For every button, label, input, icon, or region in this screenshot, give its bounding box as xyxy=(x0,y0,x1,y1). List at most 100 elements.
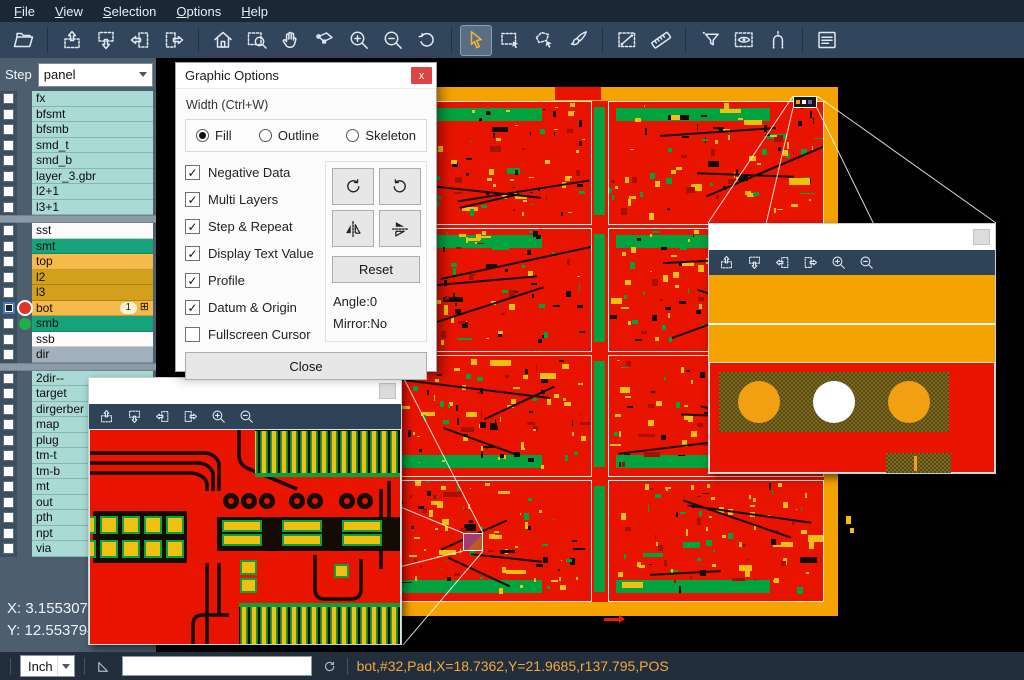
popup-window-button[interactable] xyxy=(973,229,990,245)
shift-right-button[interactable] xyxy=(159,26,189,55)
layer-visibility-checkbox[interactable] xyxy=(3,334,14,345)
layer-visibility-checkbox[interactable] xyxy=(3,202,14,213)
popup-title-bar[interactable] xyxy=(709,224,995,250)
layer-visibility-checkbox[interactable] xyxy=(3,373,14,384)
checkbox-step-repeat[interactable]: ✓Step & Repeat xyxy=(185,219,325,234)
layer-visibility-checkbox[interactable] xyxy=(3,318,14,329)
radio-skeleton[interactable]: Skeleton xyxy=(346,128,416,143)
zoom-out-button[interactable] xyxy=(238,408,255,425)
layer-visibility-checkbox[interactable] xyxy=(3,512,14,523)
open-file-button[interactable] xyxy=(8,26,38,55)
zoom-home-button[interactable] xyxy=(208,26,238,55)
zoom-out-button[interactable] xyxy=(858,254,875,271)
shift-down-button[interactable] xyxy=(91,26,121,55)
layer-smd_b[interactable]: smd_b xyxy=(32,153,153,169)
menu-selection[interactable]: Selection xyxy=(93,2,166,21)
shift-left-button[interactable] xyxy=(154,408,171,425)
menu-file[interactable]: File xyxy=(4,2,45,21)
filter-button[interactable] xyxy=(695,26,725,55)
radio-outline[interactable]: Outline xyxy=(259,128,319,143)
shift-up-button[interactable] xyxy=(57,26,87,55)
layer-l3[interactable]: l3 xyxy=(32,285,153,301)
layer-visibility-checkbox[interactable] xyxy=(3,349,14,360)
graphic-options-dialog[interactable]: Graphic Options x Width (Ctrl+W) FillOut… xyxy=(175,62,437,372)
layer-visibility-checkbox[interactable] xyxy=(3,287,14,298)
close-icon[interactable]: x xyxy=(411,67,432,84)
layer-visibility-checkbox[interactable] xyxy=(3,225,14,236)
view-options-button[interactable] xyxy=(729,26,759,55)
zoom-in-button[interactable] xyxy=(210,408,227,425)
zoom-in-button[interactable] xyxy=(344,26,374,55)
zoom-in-button[interactable] xyxy=(830,254,847,271)
select-rect-button[interactable] xyxy=(495,26,525,55)
layer-visibility-checkbox[interactable] xyxy=(3,435,14,446)
layer-bfsmb[interactable]: bfsmb xyxy=(32,122,153,138)
close-button[interactable]: Close xyxy=(185,352,427,380)
layer-visibility-checkbox[interactable] xyxy=(3,171,14,182)
shift-right-button[interactable] xyxy=(802,254,819,271)
shift-left-button[interactable] xyxy=(774,254,791,271)
layer-visibility-checkbox[interactable] xyxy=(3,256,14,267)
popup-title-bar[interactable] xyxy=(89,378,401,404)
layer-visibility-checkbox[interactable] xyxy=(3,140,14,151)
layer-visibility-checkbox[interactable] xyxy=(3,109,14,120)
layer-visibility-checkbox[interactable] xyxy=(3,388,14,399)
layer-visibility-checkbox[interactable] xyxy=(3,450,14,461)
select-polygon-button[interactable] xyxy=(529,26,559,55)
layer-smd_t[interactable]: smd_t xyxy=(32,138,153,154)
ruler-button[interactable] xyxy=(646,26,676,55)
radio-fill[interactable]: Fill xyxy=(196,128,232,143)
report-button[interactable] xyxy=(812,26,842,55)
layer-ssb[interactable]: ssb xyxy=(32,332,153,348)
menu-options[interactable]: Options xyxy=(166,2,231,21)
layer-l2[interactable]: l2 xyxy=(32,270,153,286)
layer-dir[interactable]: dir xyxy=(32,347,153,363)
layer-visibility-checkbox[interactable] xyxy=(3,124,14,135)
unit-select[interactable]: Inch xyxy=(20,655,75,677)
layer-visibility-checkbox[interactable] xyxy=(3,241,14,252)
mirror-vertical-button[interactable] xyxy=(379,210,421,247)
layer-visibility-checkbox[interactable] xyxy=(3,497,14,508)
shift-left-button[interactable] xyxy=(125,26,155,55)
shift-right-button[interactable] xyxy=(182,408,199,425)
zoom-out-button[interactable] xyxy=(378,26,408,55)
rotate-ccw-button[interactable] xyxy=(379,168,421,205)
layer-sst[interactable]: sst xyxy=(32,223,153,239)
paint-button[interactable] xyxy=(563,26,593,55)
zoom-popup-left[interactable] xyxy=(88,377,402,645)
layer-visibility-checkbox[interactable] xyxy=(3,528,14,539)
measure-button[interactable] xyxy=(612,26,642,55)
checkbox-profile[interactable]: ✓Profile xyxy=(185,273,325,288)
shift-up-button[interactable] xyxy=(98,408,115,425)
layer-bot[interactable]: bot1⊞ xyxy=(32,301,153,317)
mirror-horizontal-button[interactable] xyxy=(332,210,374,247)
layer-layer_3.gbr[interactable]: layer_3.gbr xyxy=(32,169,153,185)
layer-visibility-checkbox[interactable] xyxy=(3,404,14,415)
layer-visibility-checkbox[interactable] xyxy=(3,543,14,554)
layer-top[interactable]: top xyxy=(32,254,153,270)
layer-visibility-checkbox[interactable] xyxy=(3,302,15,314)
checkbox-negative-data[interactable]: ✓Negative Data xyxy=(185,165,325,180)
shift-down-button[interactable] xyxy=(746,254,763,271)
layer-visibility-checkbox[interactable] xyxy=(3,155,14,166)
rotate-cw-button[interactable] xyxy=(332,168,374,205)
layer-visibility-checkbox[interactable] xyxy=(3,93,14,104)
select-button[interactable] xyxy=(461,26,491,55)
reset-button[interactable]: Reset xyxy=(332,256,420,283)
layer-visibility-checkbox[interactable] xyxy=(3,272,14,283)
layer-visibility-checkbox[interactable] xyxy=(3,186,14,197)
zoom-object-button[interactable] xyxy=(310,26,340,55)
layer-visibility-checkbox[interactable] xyxy=(3,481,14,492)
step-select[interactable]: panel xyxy=(38,63,153,87)
dialog-title-bar[interactable]: Graphic Options x xyxy=(176,63,436,89)
refresh-icon[interactable] xyxy=(321,658,338,675)
layer-visibility-checkbox[interactable] xyxy=(3,419,14,430)
zoom-window-button[interactable] xyxy=(242,26,272,55)
zoom-popup-right[interactable] xyxy=(708,223,996,474)
checkbox-fullscreen-cursor[interactable]: Fullscreen Cursor xyxy=(185,327,325,342)
layer-smb[interactable]: smb xyxy=(32,316,153,332)
layer-l3+1[interactable]: l3+1 xyxy=(32,200,153,216)
checkbox-display-text-value[interactable]: ✓Display Text Value xyxy=(185,246,325,261)
command-input[interactable] xyxy=(122,656,312,676)
zoom-previous-button[interactable] xyxy=(412,26,442,55)
